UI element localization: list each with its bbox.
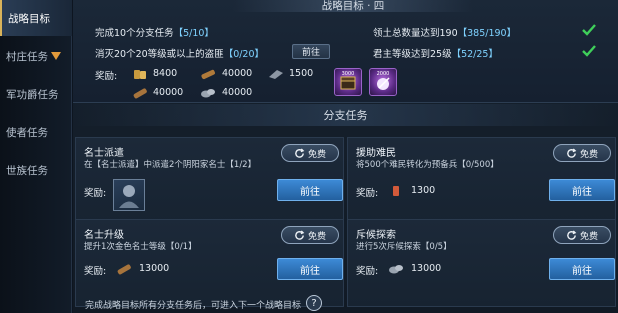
branch-task-card-scholar-dispatch: 名士派遣 在【名士派遣】中派遣2个阴阳家名士【1/2】 免费 奖励: 前往	[75, 137, 344, 225]
branch-task-card-refugee-aid: 援助难民 将500个难民转化为预备兵【0/500】 免费 奖励: 1300 前往	[347, 137, 616, 225]
branch-task-card-scholar-upgrade: 名士升级 提升1次金色名士等级【0/1】 免费 奖励: 13000 前往	[75, 219, 344, 307]
goal-go-button[interactable]: 前往	[292, 44, 330, 59]
reward-item-chest[interactable]: 3000	[334, 68, 362, 96]
goal-task-text: 领土总数量达到190	[373, 28, 458, 39]
go-button[interactable]: 前往	[549, 258, 615, 280]
free-label: 免费	[307, 231, 326, 242]
goal-reward-label: 奖励:	[95, 71, 118, 82]
goal-task-text: 完成10个分支任务	[95, 28, 174, 39]
gold-icon	[134, 70, 146, 79]
stone-icon	[201, 89, 215, 98]
sidebar: 战略目标 村庄任务 军功爵任务 使者任务 世族任务	[0, 0, 72, 313]
chest-icon: 3000	[340, 71, 356, 90]
card-description: 在【名士派遣】中派遣2个阴阳家名士【1/2】	[84, 160, 257, 170]
goal-task-progress: 【52/25】	[451, 49, 498, 60]
card-title: 斥候探索	[356, 230, 396, 241]
sidebar-item-label: 村庄任务	[6, 50, 48, 63]
gold-reward-value: 8400	[153, 68, 178, 79]
goal-task-1: 完成10个分支任务【5/10】	[95, 25, 214, 39]
log-reward-value: 40000	[153, 87, 184, 98]
free-label: 免费	[579, 149, 598, 160]
portrait-icon	[119, 185, 139, 208]
branch-tasks-title: 分支任务	[73, 104, 618, 126]
card-title: 援助难民	[356, 148, 396, 159]
goal-task-text: 君主等级达到25级	[373, 49, 452, 60]
goal-task-4: 君主等级达到25级【52/25】	[373, 46, 498, 60]
sidebar-item-label: 军功爵任务	[6, 88, 59, 101]
card-reward-label: 奖励:	[356, 188, 379, 199]
stone-reward-value: 40000	[222, 87, 253, 98]
token-icon	[393, 186, 399, 196]
goal-task-2: 领土总数量达到190【385/190】	[373, 25, 516, 39]
refresh-icon	[295, 147, 305, 158]
free-refresh-button[interactable]: 免费	[553, 226, 611, 244]
refresh-icon	[567, 229, 577, 240]
goal-task-progress: 【0/20】	[223, 49, 265, 60]
card-reward-value: 13000	[411, 263, 442, 274]
free-refresh-button[interactable]: 免费	[281, 226, 339, 244]
goal-task-progress: 【385/190】	[457, 28, 517, 39]
sidebar-item-strategic-goals[interactable]: 战略目标	[0, 0, 72, 36]
card-description: 将500个难民转化为预备兵【0/500】	[356, 160, 499, 170]
branch-task-card-scout-exploration: 斥候探索 进行5次斥候探索【0/5】 免费 奖励: 13000 前往	[347, 219, 616, 307]
footer-note: 完成战略目标所有分支任务后，可进入下一个战略目标	[85, 301, 302, 311]
item-badge: 3000	[342, 71, 355, 77]
go-button[interactable]: 前往	[277, 179, 343, 201]
sidebar-item-label: 战略目标	[8, 12, 50, 25]
card-title: 名士派遣	[84, 148, 124, 159]
sidebar-item-military-rank-tasks[interactable]: 军功爵任务	[0, 76, 72, 112]
card-description: 提升1次金色名士等级【0/1】	[84, 242, 197, 252]
sidebar-item-label: 世族任务	[6, 164, 48, 177]
sidebar-item-village-tasks[interactable]: 村庄任务	[0, 38, 72, 74]
refresh-icon	[567, 147, 577, 158]
go-button[interactable]: 前往	[277, 258, 343, 280]
card-reward-label: 奖励:	[84, 266, 107, 277]
card-reward-value: 1300	[411, 185, 436, 196]
wood-reward-value: 40000	[222, 68, 253, 79]
check-icon	[582, 45, 596, 57]
stone-icon	[389, 265, 403, 274]
sidebar-item-clan-tasks[interactable]: 世族任务	[0, 152, 72, 188]
strategic-goal-title: 战略目标 · 四	[233, 0, 473, 12]
card-reward-label: 奖励:	[356, 266, 379, 277]
goal-task-3: 消灭20个20等级或以上的盗匪【0/20】	[95, 46, 264, 60]
expand-arrow-icon	[51, 52, 61, 60]
refresh-icon	[295, 229, 305, 240]
free-refresh-button[interactable]: 免费	[281, 144, 339, 162]
task-window: 战略目标 村庄任务 军功爵任务 使者任务 世族任务 战略目标 · 四 完成10个…	[0, 0, 618, 313]
iron-icon	[269, 70, 283, 79]
wood-icon	[201, 69, 215, 80]
free-label: 免费	[307, 149, 326, 160]
log-icon	[117, 264, 131, 275]
go-button[interactable]: 前往	[549, 179, 615, 201]
goal-task-text: 消灭20个20等级或以上的盗匪	[95, 49, 224, 60]
strategic-goal-panel: 战略目标 · 四 完成10个分支任务【5/10】 领土总数量达到190【385/…	[73, 0, 618, 103]
sidebar-item-label: 使者任务	[6, 126, 48, 139]
reward-item-token[interactable]: 2000	[369, 68, 397, 96]
card-title: 名士升级	[84, 230, 124, 241]
goal-task-progress: 【5/10】	[173, 28, 214, 39]
help-icon[interactable]: ?	[306, 295, 322, 311]
sidebar-item-envoy-tasks[interactable]: 使者任务	[0, 114, 72, 150]
item-badge: 2000	[377, 71, 390, 77]
card-reward-label: 奖励:	[84, 188, 107, 199]
scholar-portrait-icon[interactable]	[113, 179, 145, 211]
free-label: 免费	[579, 231, 598, 242]
main-panel: 战略目标 · 四 完成10个分支任务【5/10】 领土总数量达到190【385/…	[73, 0, 618, 313]
token-icon: 2000	[377, 71, 390, 90]
card-description: 进行5次斥候探索【0/5】	[356, 242, 452, 252]
log-icon	[133, 88, 147, 99]
iron-reward-value: 1500	[289, 68, 314, 79]
check-icon	[582, 24, 596, 36]
card-reward-value: 13000	[139, 263, 170, 274]
free-refresh-button[interactable]: 免费	[553, 144, 611, 162]
